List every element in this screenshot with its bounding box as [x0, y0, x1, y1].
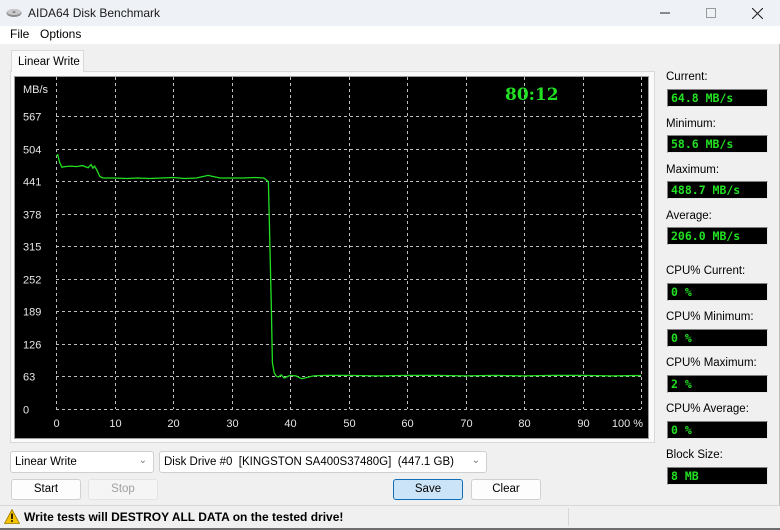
warning-message: Write tests will DESTROY ALL DATA on the… [24, 510, 344, 524]
maximum-label: Maximum: [666, 164, 720, 176]
y-tick-label: 0 [23, 405, 29, 417]
chart-svg: 0 10 20 30 40 50 60 70 80 90 100 % 0 63 126 189 252 315 3… [23, 77, 643, 430]
y-tick-label: 441 [23, 177, 41, 189]
x-tick-label: 90 [577, 418, 589, 430]
cpu-current-label: CPU% Current: [666, 265, 746, 277]
series-line-linear-write [55, 153, 642, 380]
benchmark-chart: 0 10 20 30 40 50 60 70 80 90 100 % 0 63 126 189 252 315 3… [14, 76, 649, 439]
warning-icon [4, 509, 20, 524]
x-tick-label: 50 [343, 418, 355, 430]
maximum-value: 488.7 MB/s [667, 181, 768, 199]
x-tick-label: 10 [109, 418, 121, 430]
status-separator [568, 508, 569, 526]
menu-options[interactable]: Options [40, 27, 81, 41]
x-tick-label: 30 [226, 418, 238, 430]
average-label: Average: [666, 210, 712, 222]
average-value: 206.0 MB/s [667, 227, 768, 245]
x-tick-label: 40 [284, 418, 296, 430]
cpu-minimum-label: CPU% Minimum: [666, 311, 754, 323]
elapsed-timer: 80:12 [505, 85, 559, 105]
drive-value: Disk Drive #0 [KINGSTON SA400S37480G] (4… [164, 456, 454, 468]
minimum-value: 58.6 MB/s [667, 135, 768, 153]
test-type-value: Linear Write [15, 456, 77, 468]
chevron-down-icon: ⌄ [138, 455, 147, 466]
maximize-icon [706, 8, 716, 18]
menu-file[interactable]: File [10, 27, 29, 41]
maximize-button[interactable] [688, 0, 734, 26]
y-tick-label: 63 [23, 372, 35, 384]
cpu-maximum-label: CPU% Maximum: [666, 357, 757, 369]
close-button[interactable] [734, 0, 780, 26]
block-size-value: 8 MB [667, 467, 768, 485]
current-label: Current: [666, 71, 708, 83]
stop-button[interactable]: Stop [88, 479, 158, 500]
block-size-label: Block Size: [666, 449, 723, 461]
menu-bar: File Options [0, 26, 780, 44]
disk-app-icon [6, 9, 22, 17]
cpu-average-value: 0 % [667, 421, 768, 439]
close-icon [751, 7, 763, 19]
x-tick-label: 100 % [612, 418, 643, 430]
start-button[interactable]: Start [11, 479, 81, 500]
clear-button[interactable]: Clear [471, 479, 541, 500]
x-tick-label: 60 [401, 418, 413, 430]
cpu-current-value: 0 % [667, 283, 768, 301]
tab-linear-write[interactable]: Linear Write [11, 50, 84, 72]
test-type-select[interactable]: Linear Write ⌄ [10, 451, 154, 473]
y-tick-label: 504 [23, 145, 41, 157]
x-tick-label: 70 [460, 418, 472, 430]
y-tick-label: 315 [23, 242, 41, 254]
app-window: AIDA64 Disk Benchmark File Options Linea… [0, 0, 780, 530]
save-button[interactable]: Save [393, 479, 463, 500]
cpu-maximum-value: 2 % [667, 375, 768, 393]
x-tick-label: 20 [167, 418, 179, 430]
drive-select[interactable]: Disk Drive #0 [KINGSTON SA400S37480G] (4… [159, 451, 487, 473]
minimum-label: Minimum: [666, 118, 716, 130]
window-title: AIDA64 Disk Benchmark [28, 6, 161, 20]
status-bar: Write tests will DESTROY ALL DATA on the… [0, 505, 780, 528]
y-tick-label: 189 [23, 307, 41, 319]
current-value: 64.8 MB/s [667, 89, 768, 107]
minimize-icon [660, 12, 670, 14]
y-axis-label: MB/s [23, 84, 49, 96]
y-tick-label: 567 [23, 112, 41, 124]
cpu-minimum-value: 0 % [667, 329, 768, 347]
chevron-down-icon: ⌄ [471, 455, 480, 466]
title-bar[interactable]: AIDA64 Disk Benchmark [0, 0, 780, 26]
y-tick-label: 378 [23, 210, 41, 222]
y-tick-label: 252 [23, 275, 41, 287]
y-tick-label: 126 [23, 340, 41, 352]
x-tick-label: 0 [53, 418, 59, 430]
x-tick-label: 80 [518, 418, 530, 430]
minimize-button[interactable] [642, 0, 688, 26]
cpu-average-label: CPU% Average: [666, 403, 749, 415]
